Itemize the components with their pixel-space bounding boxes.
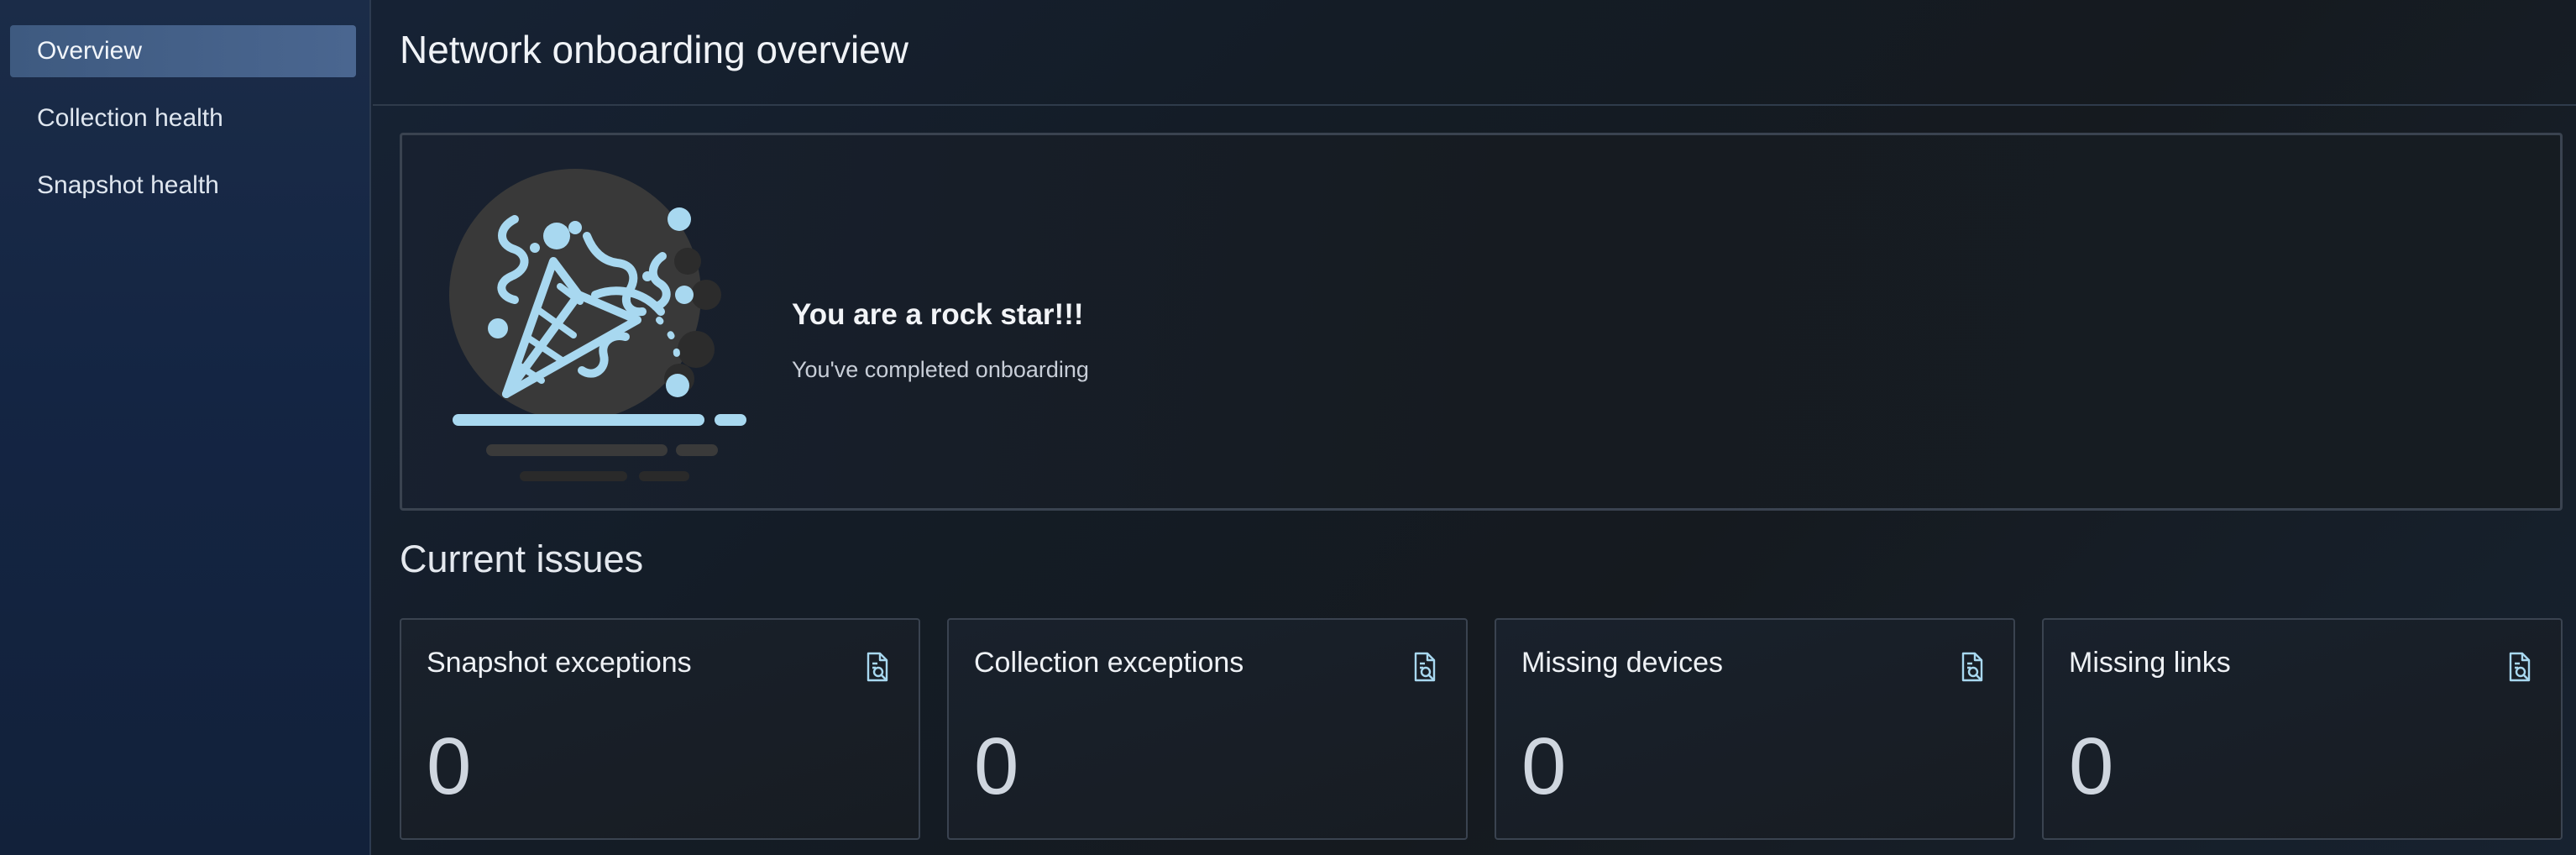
report-search-icon[interactable] [1412,652,1437,682]
card-collection-exceptions: Collection exceptions 0 [947,618,1468,840]
party-popper-icon [449,169,746,481]
sidebar-item-overview[interactable]: Overview [10,25,356,77]
report-search-icon[interactable] [865,652,890,682]
card-value: 0 [427,721,472,811]
header-divider [373,104,2576,106]
issues-card-grid: Snapshot exceptions 0 Collection excepti… [400,618,2563,840]
card-title: Missing devices [1521,647,1723,679]
card-snapshot-exceptions: Snapshot exceptions 0 [400,618,920,840]
card-title: Collection exceptions [974,647,1244,679]
card-missing-links: Missing links 0 [2042,618,2563,840]
onboarding-complete-banner: You are a rock star!!! You've completed … [400,133,2563,511]
sidebar-item-collection-health[interactable]: Collection health [10,92,356,144]
main-content: Network onboarding overview You are a ro… [373,0,2576,855]
sidebar-item-snapshot-health[interactable]: Snapshot health [10,160,356,212]
report-search-icon[interactable] [2507,652,2532,682]
report-search-icon[interactable] [1960,652,1985,682]
banner-title: You are a rock star!!! [792,298,1084,331]
card-value: 0 [1521,721,1567,811]
section-title-current-issues: Current issues [400,538,644,580]
card-value: 0 [2069,721,2114,811]
card-value: 0 [974,721,1019,811]
banner-subtitle: You've completed onboarding [792,357,1089,382]
card-title: Missing links [2069,647,2231,679]
card-missing-devices: Missing devices 0 [1495,618,2015,840]
card-title: Snapshot exceptions [427,647,692,679]
sidebar: Overview Collection health Snapshot heal… [0,0,371,855]
page-title: Network onboarding overview [400,28,908,71]
